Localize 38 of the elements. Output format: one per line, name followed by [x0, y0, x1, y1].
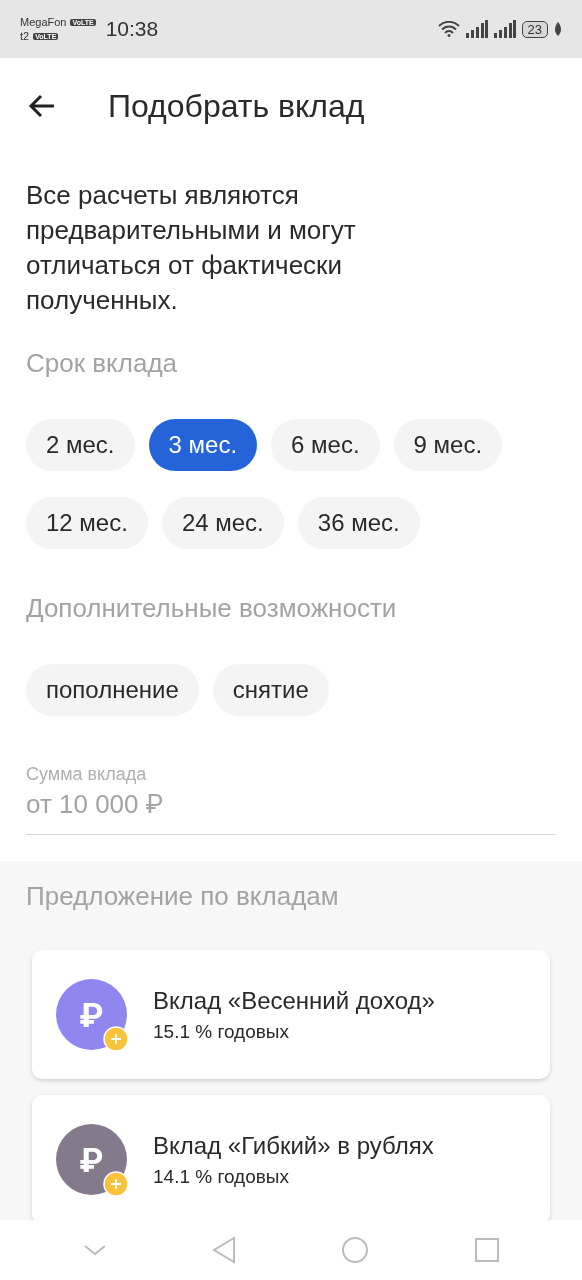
disclaimer-text: Все расчеты являются предварительными и могут отличаться от фактически полученных. [26, 179, 357, 317]
chip[interactable]: 36 мес. [297, 497, 420, 549]
deposit-rate: 15.1 % годовых [153, 1020, 290, 1043]
field-label: Сумма вклада [26, 764, 148, 785]
chip[interactable]: 2 мес. [26, 419, 135, 471]
chip[interactable]: снятие [212, 664, 329, 716]
chip[interactable]: 6 мес. [271, 419, 380, 471]
back-nav-icon[interactable] [211, 1236, 236, 1264]
battery-indicator: 23 [521, 20, 548, 38]
wifi-icon [437, 21, 460, 37]
deposit-name: Вклад «Весенний доход» [153, 986, 435, 1015]
section-label: Дополнительные возможности [26, 593, 398, 624]
deposit-name: Вклад «Гибкий» в рублях [153, 1131, 434, 1160]
signal-icon [493, 20, 516, 38]
amount-input[interactable]: от 10 000 ₽ [26, 785, 556, 835]
section-label: Срок вклада [26, 348, 179, 379]
recents-icon[interactable] [473, 1237, 500, 1263]
plus-icon [103, 1171, 129, 1197]
leaf-icon [554, 22, 562, 36]
deposit-card[interactable]: ₽ Вклад «Весенний доход» 15.1 % годовых [32, 950, 550, 1079]
carrier-name: MegaFon [20, 16, 67, 28]
carrier-name: t2 [20, 30, 30, 42]
chip[interactable]: 9 мес. [393, 419, 503, 471]
clock: 10:38 [105, 17, 159, 41]
chip[interactable]: пополнение [26, 664, 199, 716]
ruble-avatar: ₽ [56, 1124, 127, 1195]
ruble-avatar: ₽ [56, 979, 127, 1050]
signal-icon [465, 20, 488, 38]
deposit-rate: 14.1 % годовых [153, 1165, 290, 1188]
chip[interactable]: 3 мес. [148, 419, 258, 471]
collapse-icon[interactable] [82, 1243, 107, 1257]
plus-icon [103, 1026, 129, 1052]
deposit-card[interactable]: ₽ Вклад «Гибкий» в рублях 14.1 % годовых [32, 1095, 550, 1220]
home-icon[interactable] [340, 1236, 369, 1264]
page-title: Подобрать вклад [108, 87, 365, 125]
section-label: Предложение по вкладам [26, 881, 340, 912]
chip[interactable]: 12 мес. [26, 497, 148, 549]
chip[interactable]: 24 мес. [161, 497, 284, 549]
